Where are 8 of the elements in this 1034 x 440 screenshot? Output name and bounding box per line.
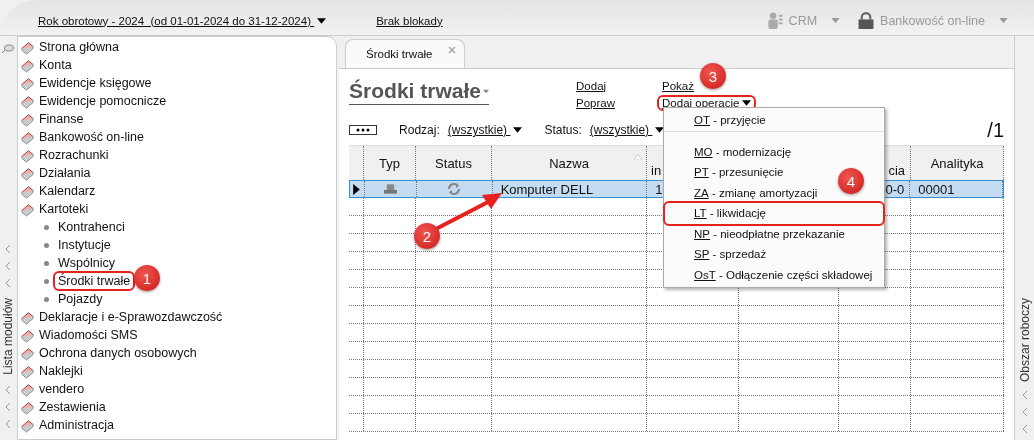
table-cell: 00001 (918, 181, 955, 197)
step-badge: 3 (700, 63, 726, 89)
table-cell: 1 (655, 181, 663, 197)
table-cell: Komputer DELL (500, 181, 594, 197)
table-cell: 0-0 (885, 181, 905, 197)
page-count: /1 (987, 118, 1005, 142)
filter-label: Rodzaj: (399, 123, 440, 137)
filter-label: Status: (544, 123, 582, 137)
